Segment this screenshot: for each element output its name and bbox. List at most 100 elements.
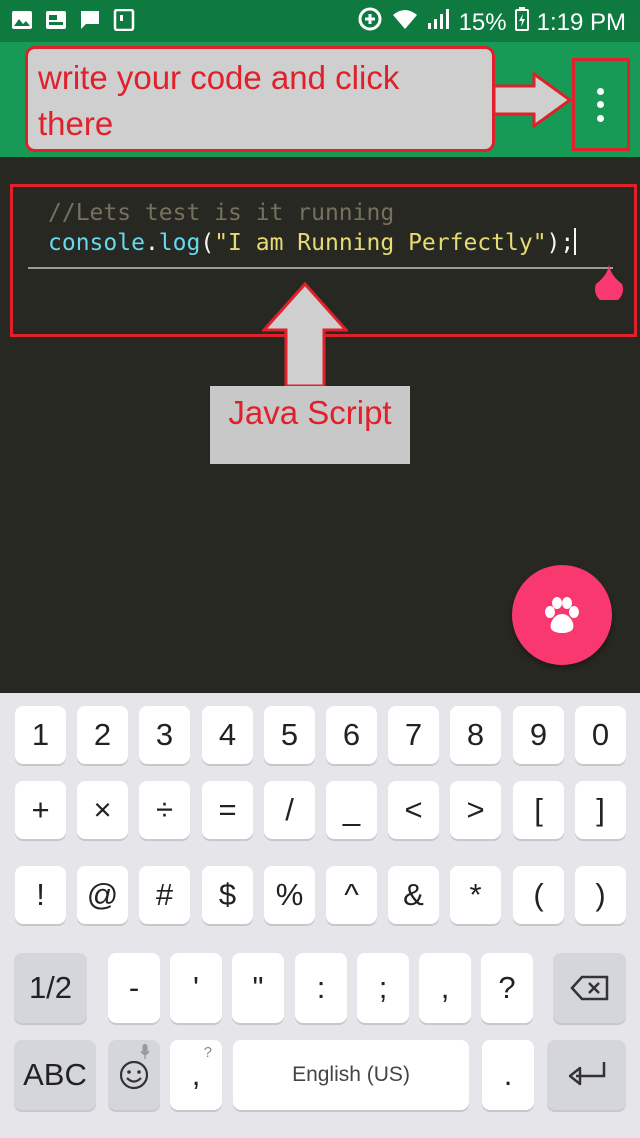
key-label: , bbox=[440, 970, 450, 1005]
key-row4-0[interactable]: - bbox=[108, 953, 160, 1023]
key-row2-4[interactable]: / bbox=[264, 781, 315, 839]
key-label: 5 bbox=[280, 717, 299, 752]
key-row1-4[interactable]: 5 bbox=[264, 706, 315, 764]
key-label: ' bbox=[193, 970, 199, 1005]
text-cursor bbox=[574, 228, 577, 255]
battery-icon bbox=[514, 7, 529, 38]
message-icon bbox=[78, 8, 102, 32]
paw-icon bbox=[545, 597, 579, 633]
key-label: ^ bbox=[344, 877, 359, 912]
editor-underline bbox=[28, 267, 613, 269]
symbols-page-key[interactable]: 1/2 bbox=[14, 953, 87, 1023]
key-row4-2[interactable]: " bbox=[232, 953, 284, 1023]
key-row4-1[interactable]: ' bbox=[170, 953, 222, 1023]
comma-key[interactable]: ,? bbox=[170, 1040, 222, 1110]
key-label: + bbox=[31, 792, 50, 827]
emoji-key[interactable] bbox=[108, 1040, 160, 1110]
key-label: , bbox=[191, 1057, 201, 1092]
status-bar: 15% 1:19 PM bbox=[0, 0, 640, 42]
key-row3-8[interactable]: ( bbox=[513, 866, 564, 924]
key-label: @ bbox=[86, 877, 119, 912]
clock: 1:19 PM bbox=[536, 8, 626, 36]
key-row3-5[interactable]: ^ bbox=[326, 866, 377, 924]
key-label: > bbox=[466, 792, 485, 827]
code-token-method: log bbox=[158, 230, 201, 256]
gallery-icon bbox=[10, 8, 34, 32]
key-row4-5[interactable]: , bbox=[419, 953, 471, 1023]
key-row4-4[interactable]: ; bbox=[357, 953, 409, 1023]
key-label: * bbox=[469, 877, 482, 912]
key-row2-2[interactable]: ÷ bbox=[139, 781, 190, 839]
key-row3-4[interactable]: % bbox=[264, 866, 315, 924]
code-token-object: console bbox=[48, 230, 145, 256]
key-label: ; bbox=[378, 970, 388, 1005]
key-row1-8[interactable]: 9 bbox=[513, 706, 564, 764]
key-row1-2[interactable]: 3 bbox=[139, 706, 190, 764]
key-row1-0[interactable]: 1 bbox=[15, 706, 66, 764]
key-row1-1[interactable]: 2 bbox=[77, 706, 128, 764]
terminal-icon bbox=[112, 8, 136, 32]
key-row2-6[interactable]: < bbox=[388, 781, 439, 839]
key-row4-6[interactable]: ? bbox=[481, 953, 533, 1023]
key-row2-9[interactable]: ] bbox=[575, 781, 626, 839]
code-token-open: ( bbox=[200, 230, 215, 256]
overflow-menu-button[interactable] bbox=[572, 58, 630, 151]
code-token-string: "I am Running Perfectly" bbox=[214, 230, 547, 256]
key-label: 6 bbox=[342, 717, 361, 752]
key-label: ! bbox=[36, 877, 45, 912]
key-row2-5[interactable]: _ bbox=[326, 781, 377, 839]
key-row3-9[interactable]: ) bbox=[575, 866, 626, 924]
key-row3-0[interactable]: ! bbox=[15, 866, 66, 924]
key-row1-3[interactable]: 4 bbox=[202, 706, 253, 764]
space-key[interactable]: English (US) bbox=[233, 1040, 469, 1110]
emoji-icon bbox=[119, 1060, 149, 1090]
abc-key[interactable]: ABC bbox=[14, 1040, 96, 1110]
key-hint: ? bbox=[203, 1044, 212, 1061]
key-row1-9[interactable]: 0 bbox=[575, 706, 626, 764]
key-row1-6[interactable]: 7 bbox=[388, 706, 439, 764]
key-label: = bbox=[218, 792, 237, 827]
key-row2-7[interactable]: > bbox=[450, 781, 501, 839]
run-fab-button[interactable] bbox=[512, 565, 612, 665]
battery-percent: 15% bbox=[458, 8, 507, 36]
enter-key[interactable] bbox=[547, 1040, 626, 1110]
key-label: 1 bbox=[31, 717, 50, 752]
key-label: 1/2 bbox=[28, 970, 73, 1005]
key-label: : bbox=[316, 970, 326, 1005]
cursor-handle-icon[interactable] bbox=[592, 262, 626, 300]
key-label: $ bbox=[218, 877, 237, 912]
backspace-key[interactable] bbox=[553, 953, 626, 1023]
key-row2-0[interactable]: + bbox=[15, 781, 66, 839]
key-row3-7[interactable]: * bbox=[450, 866, 501, 924]
key-label: / bbox=[285, 792, 294, 827]
key-label: × bbox=[93, 792, 112, 827]
key-row2-8[interactable]: [ bbox=[513, 781, 564, 839]
key-row1-7[interactable]: 8 bbox=[450, 706, 501, 764]
key-label: . bbox=[503, 1057, 513, 1092]
toolbar-callout: write your code and click there bbox=[25, 46, 495, 152]
screen-icon bbox=[44, 8, 68, 32]
key-label: _ bbox=[342, 792, 361, 827]
key-row2-3[interactable]: = bbox=[202, 781, 253, 839]
key-row3-6[interactable]: & bbox=[388, 866, 439, 924]
key-row3-2[interactable]: # bbox=[139, 866, 190, 924]
key-label: ] bbox=[596, 792, 605, 827]
key-row1-5[interactable]: 6 bbox=[326, 706, 377, 764]
more-vert-icon bbox=[597, 87, 605, 122]
enter-icon bbox=[568, 1062, 605, 1086]
period-key[interactable]: . bbox=[482, 1040, 534, 1110]
backspace-icon bbox=[569, 975, 608, 1001]
key-label: [ bbox=[534, 792, 543, 827]
key-row3-1[interactable]: @ bbox=[77, 866, 128, 924]
arrow-right-icon bbox=[492, 72, 572, 128]
mic-icon bbox=[140, 1044, 150, 1059]
key-row3-3[interactable]: $ bbox=[202, 866, 253, 924]
key-label: English (US) bbox=[292, 1063, 410, 1086]
key-row4-3[interactable]: : bbox=[295, 953, 347, 1023]
language-annotation: Java Script bbox=[210, 386, 410, 464]
code-editor[interactable]: //Lets test is it running console.log("I… bbox=[48, 199, 577, 258]
key-label: ( bbox=[533, 877, 544, 912]
key-label: 2 bbox=[93, 717, 112, 752]
key-row2-1[interactable]: × bbox=[77, 781, 128, 839]
code-token-close: ); bbox=[546, 230, 575, 256]
